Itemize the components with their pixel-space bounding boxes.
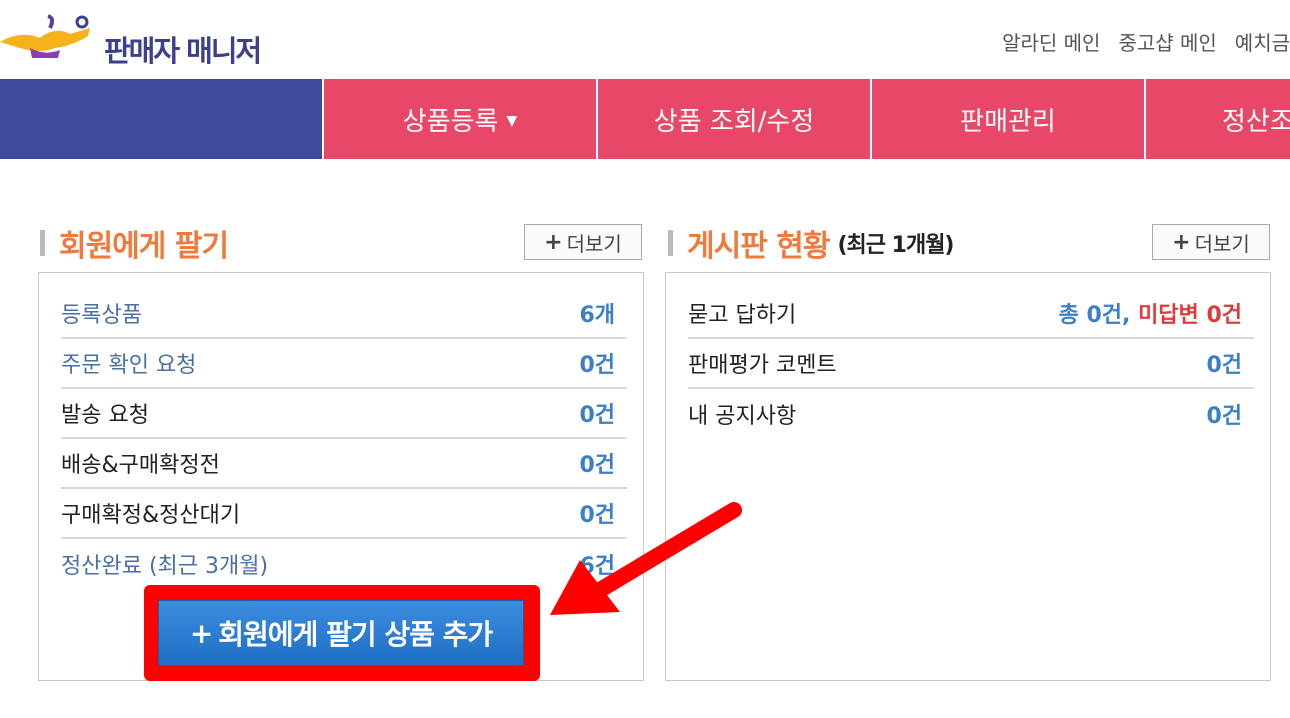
row-value[interactable]: 0건: [579, 447, 615, 479]
right-panel-title: 게시판 현황: [687, 229, 830, 264]
deposit-link[interactable]: 예치금: [1235, 27, 1290, 56]
aladin-main-link[interactable]: 알라딘 메인: [1002, 27, 1100, 56]
nav-product-register-label: 상품등록: [402, 106, 499, 137]
logo[interactable]: 판매자 매니저: [0, 6, 300, 72]
nav-product-register[interactable]: 상품등록 ▼: [322, 79, 596, 159]
row-value[interactable]: 총 0건, 미답변 0건: [1059, 297, 1242, 329]
used-shop-main-link[interactable]: 중고샵 메인: [1118, 27, 1216, 56]
row-label: 배송&구매확정전: [61, 453, 220, 478]
row-label: 정산완료 (최근 3개월): [61, 554, 269, 579]
list-item[interactable]: 발송 요청 0건: [61, 389, 627, 439]
row-label: 구매확정&정산대기: [61, 503, 241, 528]
annotation-arrow-icon: [550, 502, 742, 615]
row-value[interactable]: 6개: [579, 297, 615, 329]
list-item[interactable]: 판매평가 코멘트 0건: [688, 339, 1254, 389]
nav-settlement[interactable]: 정산조회: [1144, 79, 1290, 159]
left-more-button[interactable]: + 더보기: [524, 224, 642, 260]
nav-sales-management[interactable]: 판매관리: [870, 79, 1144, 159]
title-bar-marker: [668, 230, 673, 256]
list-item[interactable]: 배송&구매확정전 0건: [61, 439, 627, 489]
nav-product-edit-label: 상품 조회/수정: [653, 106, 815, 137]
add-sell-product-label: 회원에게 팔기 상품 추가: [218, 618, 493, 651]
top-links: 알라딘 메인 중고샵 메인 예치금: [1002, 27, 1290, 56]
row-value[interactable]: 0건: [579, 347, 615, 379]
nav-sales-management-label: 판매관리: [960, 106, 1056, 137]
row-label: 판매평가 코멘트: [688, 353, 837, 378]
row-label: 주문 확인 요청: [61, 353, 197, 378]
left-panel-header: 회원에게 팔기: [40, 222, 229, 264]
right-more-label: 더보기: [1194, 231, 1250, 256]
list-item[interactable]: 등록상품 6개: [61, 289, 627, 339]
row-label: 발송 요청: [61, 403, 149, 428]
row-value[interactable]: 0건: [579, 397, 615, 429]
left-panel-title: 회원에게 팔기: [59, 229, 229, 264]
main-nav: 상품등록 ▼ 상품 조회/수정 판매관리 정산조회: [0, 79, 1290, 159]
row-value[interactable]: 0건: [1206, 347, 1242, 379]
row-value[interactable]: 0건: [1206, 398, 1242, 430]
unanswered-count[interactable]: 미답변 0건: [1138, 303, 1242, 328]
list-item[interactable]: 내 공지사항 0건: [688, 389, 1254, 439]
right-panel-header: 게시판 현황 (최근 1개월): [668, 222, 955, 264]
list-item[interactable]: 묻고 답하기 총 0건, 미답변 0건: [688, 289, 1254, 339]
row-label: 내 공지사항: [688, 404, 797, 429]
add-sell-product-button[interactable]: + 회원에게 팔기 상품 추가: [158, 600, 524, 666]
genie-lamp-icon: [0, 14, 90, 58]
nav-product-edit[interactable]: 상품 조회/수정: [596, 79, 870, 159]
plus-icon: +: [1172, 229, 1191, 255]
row-label: 등록상품: [61, 303, 142, 328]
left-more-label: 더보기: [566, 231, 622, 256]
right-panel-subtitle: (최근 1개월): [837, 233, 954, 258]
title-bar-marker: [40, 230, 45, 256]
list-item[interactable]: 주문 확인 요청 0건: [61, 339, 627, 389]
logo-text: 판매자 매니저: [104, 34, 262, 68]
total-count[interactable]: 총 0건,: [1059, 303, 1131, 328]
nav-settlement-label: 정산조회: [1222, 106, 1290, 137]
right-more-button[interactable]: + 더보기: [1152, 224, 1270, 260]
plus-icon: +: [189, 616, 213, 650]
row-label: 묻고 답하기: [688, 303, 797, 328]
caret-down-icon: ▼: [506, 113, 518, 129]
plus-icon: +: [544, 229, 563, 255]
